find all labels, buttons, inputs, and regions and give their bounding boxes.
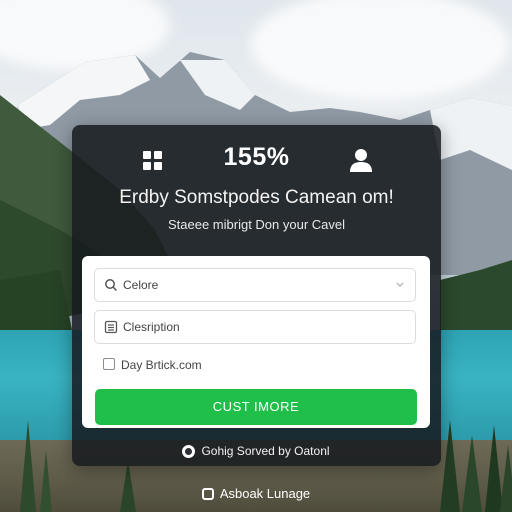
footer-text[interactable]: Gohig Sorved by Oatonl (201, 444, 329, 458)
description-field[interactable]: Clesription (94, 310, 416, 344)
percent-readout: 155% (223, 143, 290, 171)
chevron-down-icon (396, 282, 404, 287)
description-field-value: Clesription (123, 320, 180, 334)
language-label: Asboak Lunage (219, 486, 311, 501)
checkbox-label: Day Brtick.com (121, 358, 202, 372)
card-subline: Staeee mibrigt Don your Cavel (167, 217, 346, 232)
language-selector[interactable]: Asboak Lunage (0, 486, 512, 505)
submit-button[interactable]: CUST IMORE (95, 389, 417, 425)
checkbox[interactable] (103, 358, 115, 370)
user-icon[interactable] (349, 147, 373, 173)
language-icon (201, 487, 214, 500)
card-header: 155% (72, 125, 441, 195)
search-icon (105, 279, 118, 292)
radio-icon (182, 444, 196, 458)
form-panel: Celore Clesription Day Brtick.com CUST I… (82, 256, 430, 428)
search-field[interactable]: Celore (94, 268, 416, 302)
card-headline: Erdby Somstpodes Camean om! (119, 187, 394, 208)
search-field-value: Celore (123, 278, 159, 292)
powered-by-footer: Gohig Sorved by Oatonl (0, 444, 512, 463)
list-icon (104, 320, 118, 334)
